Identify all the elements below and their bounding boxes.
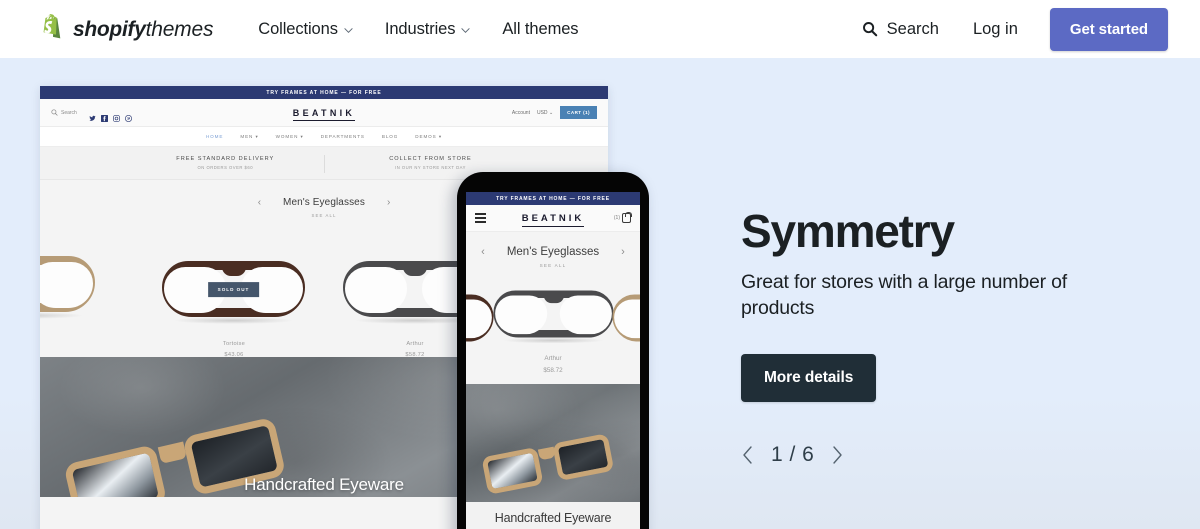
promo-sub: IN OUR NY STORE NEXT DAY bbox=[395, 165, 466, 170]
facebook-icon[interactable] bbox=[100, 109, 108, 122]
nav-item-collections[interactable]: Collections bbox=[258, 20, 353, 39]
search-label: Search bbox=[886, 19, 939, 38]
chevron-down-icon bbox=[461, 26, 471, 35]
more-details-button[interactable]: More details bbox=[741, 353, 877, 402]
chevron-right-icon[interactable]: › bbox=[621, 246, 625, 258]
search-icon bbox=[862, 21, 878, 37]
brand-word-shopify: shopify bbox=[73, 17, 146, 41]
phone-product-label: Arthur $58.72 bbox=[466, 353, 640, 378]
chevron-down-icon: ▾ bbox=[438, 133, 443, 139]
preview-cart-button[interactable]: CART (1) bbox=[560, 106, 597, 119]
preview-nav-women[interactable]: WOMEN ▾ bbox=[276, 134, 304, 140]
phone-section-header: ‹ Men's Eyeglasses › SEE ALL bbox=[466, 232, 640, 268]
phone-lifestyle-caption: Handcrafted Eyeware from $75 bbox=[466, 502, 640, 529]
preview-main-nav: HOME MEN ▾ WOMEN ▾ DEPARTMENTS BLOG DEMO… bbox=[40, 127, 608, 147]
nav-label-collections: Collections bbox=[258, 19, 338, 38]
hero-carousel: TRY FRAMES AT HOME — FOR FREE Search BEA… bbox=[0, 58, 1200, 529]
shopify-bag-logo-icon bbox=[38, 14, 64, 44]
nav-item-all-themes[interactable]: All themes bbox=[502, 20, 578, 39]
preview-search[interactable]: Search bbox=[51, 109, 77, 116]
chevron-down-icon: ⌄ bbox=[548, 109, 554, 116]
preview-nav-demos[interactable]: DEMOS ▾ bbox=[415, 134, 442, 140]
product-item-tortoise[interactable]: SOLD OUT Tortoise $43.06 bbox=[162, 260, 305, 358]
hero-subtitle: Great for stores with a large number of … bbox=[741, 271, 1068, 320]
nav-label-industries: Industries bbox=[384, 19, 456, 38]
phone-screen: TRY FRAMES AT HOME — FOR FREE BEATNIK (1… bbox=[466, 192, 640, 529]
nav-label-all-themes: All themes bbox=[502, 19, 579, 38]
product-name: Arthur bbox=[406, 340, 424, 347]
mobile-theme-preview[interactable]: TRY FRAMES AT HOME — FOR FREE BEATNIK (1… bbox=[457, 172, 649, 529]
preview-nav-home[interactable]: HOME bbox=[206, 134, 223, 139]
phone-product-carousel: Arthur $58.72 bbox=[466, 272, 640, 384]
brand-logo-link[interactable]: shopifythemes bbox=[38, 14, 213, 44]
search-icon bbox=[51, 109, 58, 116]
preview-social-links[interactable] bbox=[89, 109, 132, 122]
instagram-icon[interactable] bbox=[112, 109, 120, 122]
page-title: Symmetry bbox=[741, 205, 955, 257]
brand-wordmark: shopifythemes bbox=[73, 19, 213, 40]
preview-announcement-bar: TRY FRAMES AT HOME — FOR FREE bbox=[40, 86, 608, 99]
phone-product-partial-right[interactable] bbox=[601, 290, 640, 346]
get-started-button[interactable]: Get started bbox=[1049, 7, 1168, 51]
product-name: Tortoise bbox=[222, 340, 246, 347]
preview-account-link[interactable]: Account bbox=[512, 110, 530, 116]
pinterest-icon[interactable] bbox=[124, 109, 132, 122]
preview-nav-blog[interactable]: BLOG bbox=[382, 134, 398, 139]
site-header: shopifythemes Collections Industries All… bbox=[0, 0, 1200, 58]
phone-see-all-link[interactable]: SEE ALL bbox=[466, 263, 640, 268]
promo-title: COLLECT FROM STORE bbox=[389, 156, 472, 162]
promo-title: FREE STANDARD DELIVERY bbox=[176, 156, 275, 162]
chevron-left-icon[interactable]: ‹ bbox=[258, 197, 261, 208]
phone-product-name: Arthur bbox=[544, 354, 562, 362]
chevron-right-icon[interactable]: › bbox=[387, 197, 390, 208]
preview-nav-men[interactable]: MEN ▾ bbox=[240, 134, 258, 140]
sold-out-badge: SOLD OUT bbox=[207, 281, 260, 297]
hero-copy: Symmetry Great for stores with a large n… bbox=[741, 207, 1141, 402]
phone-lifestyle-image bbox=[466, 384, 640, 502]
chevron-down-icon: ▾ bbox=[255, 133, 259, 139]
preview-section-title: Men's Eyeglasses bbox=[283, 197, 365, 208]
shopping-bag-icon bbox=[622, 211, 632, 223]
brand-word-themes: themes bbox=[145, 17, 214, 41]
preview-nav-departments[interactable]: DEPARTMENTS bbox=[321, 134, 365, 139]
preview-top-actions: Account USD ⌄ CART (1) bbox=[512, 106, 597, 119]
twitter-icon[interactable] bbox=[89, 109, 96, 121]
phone-caption-title: Handcrafted Eyeware bbox=[494, 511, 612, 525]
carousel-pagination: 1 / 6 bbox=[741, 443, 844, 467]
phone-store-logo: BEATNIK bbox=[466, 212, 640, 227]
header-actions: Search Log in Get started bbox=[862, 7, 1168, 51]
preview-top-bar: Search BEATNIK Account USD ⌄ CART (1) bbox=[40, 99, 608, 127]
product-item-partial-left[interactable] bbox=[40, 256, 95, 319]
nav-item-industries[interactable]: Industries bbox=[385, 20, 471, 39]
preview-promo-delivery: FREE STANDARD DELIVERY ON ORDERS OVER $6… bbox=[176, 156, 274, 170]
preview-currency-select[interactable]: USD ⌄ bbox=[537, 110, 553, 116]
preview-promo-collect: COLLECT FROM STORE IN OUR NY STORE NEXT … bbox=[389, 156, 471, 170]
chevron-down-icon bbox=[344, 26, 353, 35]
login-link[interactable]: Log in bbox=[973, 20, 1018, 39]
preview-search-label: Search bbox=[61, 109, 77, 116]
carousel-counter: 1 / 6 bbox=[771, 443, 815, 466]
phone-top-bar: BEATNIK (1) bbox=[466, 205, 640, 232]
chevron-down-icon: ▾ bbox=[300, 133, 304, 139]
chevron-left-icon[interactable]: ‹ bbox=[481, 246, 485, 258]
carousel-next-button[interactable] bbox=[831, 445, 844, 465]
search-button[interactable]: Search bbox=[862, 20, 939, 39]
main-navigation: Collections Industries All themes bbox=[258, 20, 578, 39]
phone-announcement-bar: TRY FRAMES AT HOME — FOR FREE bbox=[466, 192, 640, 205]
phone-section-title: Men's Eyeglasses bbox=[506, 246, 600, 258]
promo-sub: ON ORDERS OVER $60 bbox=[197, 165, 254, 170]
carousel-prev-button[interactable] bbox=[741, 445, 754, 465]
phone-product-price: $58.72 bbox=[543, 367, 563, 375]
